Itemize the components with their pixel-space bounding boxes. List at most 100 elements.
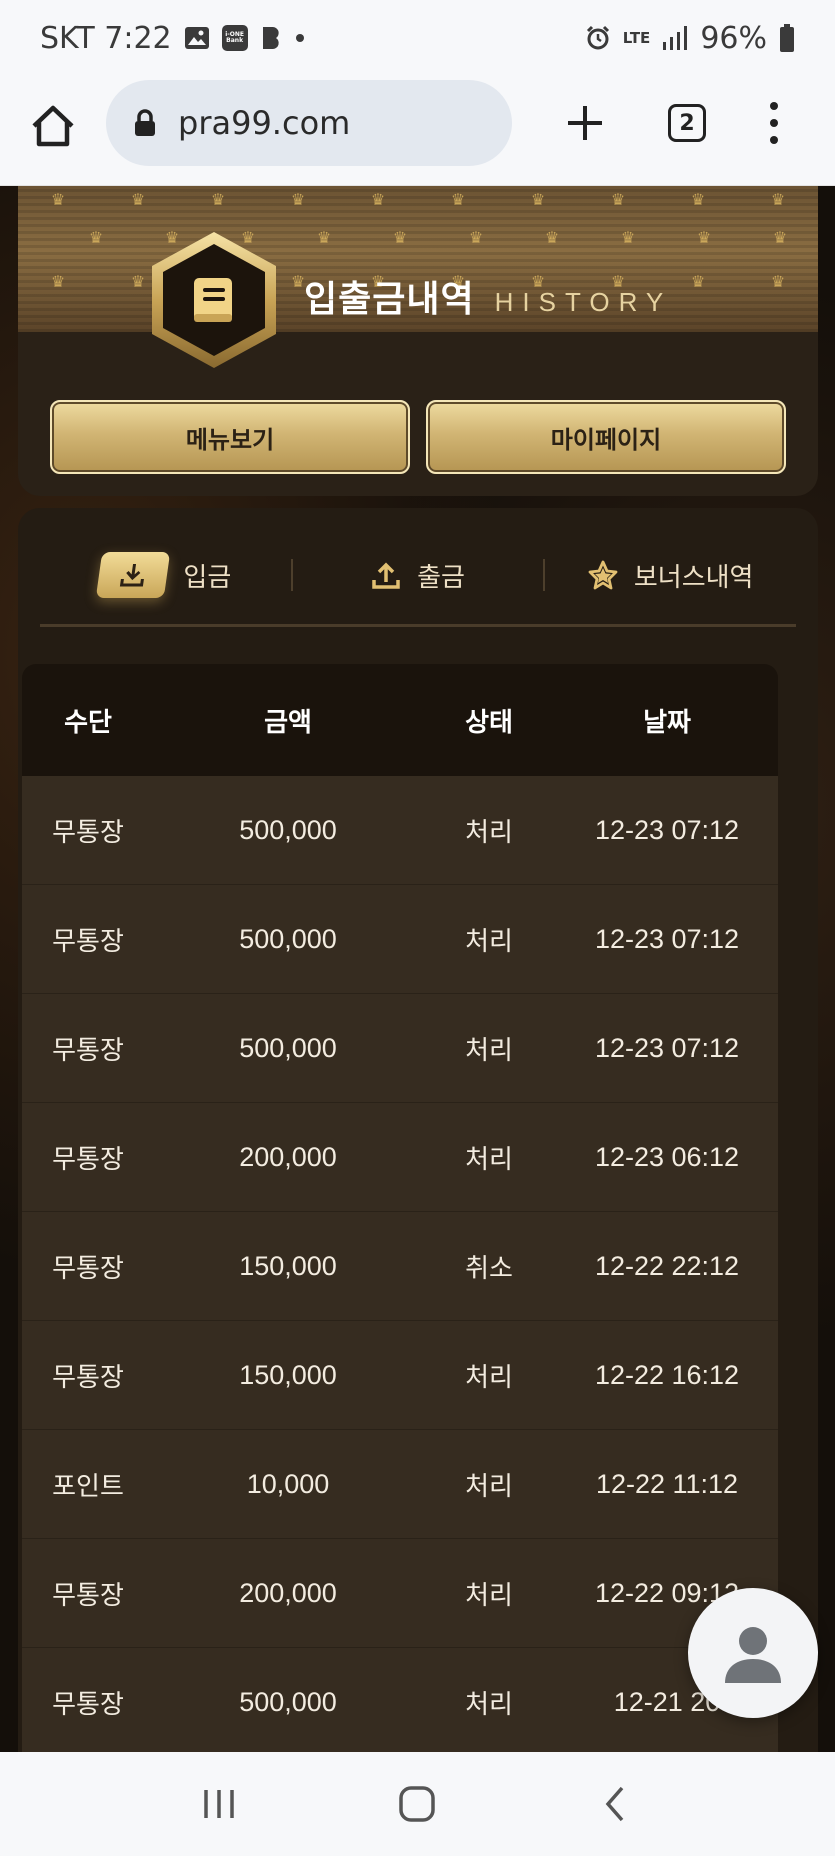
- more-dot-icon: [770, 136, 778, 144]
- tab-bonus-label: 보너스내역: [633, 562, 754, 593]
- cell-status: 처리: [465, 1035, 513, 1066]
- status-left: SKT 7:22 i-ONE Bank: [40, 21, 304, 56]
- column-header-method: 수단: [64, 707, 112, 738]
- cell-status: 처리: [465, 926, 513, 957]
- upload-icon: [372, 562, 400, 589]
- page-title: 입출금내역 HISTORY: [304, 270, 672, 322]
- mypage-button[interactable]: 마이페이지: [426, 400, 786, 474]
- network-type: LTE: [622, 29, 651, 47]
- more-dot-icon: [770, 102, 778, 110]
- cell-method: 무통장: [52, 817, 124, 848]
- cell-amount: 200,000: [239, 1141, 337, 1172]
- tab-count: 2: [679, 110, 695, 136]
- tab-withdraw-label: 출금: [417, 562, 465, 593]
- download-icon: [120, 564, 145, 587]
- recent-apps-button[interactable]: [189, 1774, 249, 1834]
- cell-method: 무통장: [52, 1035, 124, 1066]
- cell-date: 12-23 06:12: [594, 1141, 740, 1172]
- history-header-card: ♛♛♛♛♛♛♛♛♛♛ ♛♛♛♛♛♛♛♛♛♛ ♛♛♛♛♛♛♛♛♛♛: [18, 186, 818, 496]
- table-row: 무통장 500,000 처리 12-23 07:12: [22, 776, 778, 885]
- history-table: 수단 금액 상태 날짜 무통장 500,000 처리 12-23 07:12 무…: [22, 664, 778, 1752]
- home-button[interactable]: [28, 101, 78, 151]
- page-content: ♛♛♛♛♛♛♛♛♛♛ ♛♛♛♛♛♛♛♛♛♛ ♛♛♛♛♛♛♛♛♛♛: [0, 186, 835, 1752]
- column-header-amount: 금액: [264, 707, 312, 738]
- cell-amount: 10,000: [246, 1468, 330, 1499]
- battery-icon: [780, 24, 794, 52]
- bank-app-icon: i-ONE Bank: [221, 25, 248, 51]
- notification-dot-icon: [295, 34, 304, 42]
- cell-status: 취소: [465, 1253, 513, 1284]
- crown-pattern: ♛♛♛♛♛♛♛♛♛♛: [50, 190, 786, 209]
- tab-deposit[interactable]: 입금: [40, 552, 291, 598]
- cell-status: 처리: [465, 1580, 513, 1611]
- star-icon: [588, 560, 618, 590]
- table-row: 무통장 150,000 취소 12-22 22:12: [22, 1212, 778, 1321]
- cell-date: 12-22 22:12: [594, 1250, 740, 1281]
- tab-switcher-button[interactable]: 2: [668, 104, 706, 142]
- cell-amount: 200,000: [239, 1577, 337, 1608]
- cell-amount: 500,000: [239, 1686, 337, 1717]
- table-row: 무통장 150,000 처리 12-22 16:12: [22, 1321, 778, 1430]
- crown-pattern: ♛♛♛♛♛♛♛♛♛♛: [88, 228, 788, 247]
- back-icon: [605, 1786, 624, 1822]
- table-row: 무통장 200,000 처리 12-22 09:12: [22, 1539, 778, 1648]
- cell-method: 무통장: [52, 1253, 124, 1284]
- system-nav-bar: [0, 1752, 835, 1856]
- plus-icon: [568, 106, 602, 140]
- cell-status: 처리: [465, 1689, 513, 1720]
- history-tabs: 입금 출금 보너스내역: [40, 536, 796, 614]
- cell-method: 무통장: [52, 1689, 124, 1720]
- browser-toolbar: pra99.com 2: [0, 76, 835, 186]
- cell-status: 처리: [465, 817, 513, 848]
- home-nav-button[interactable]: [387, 1774, 447, 1834]
- cell-status: 처리: [465, 1362, 513, 1393]
- table-header: 수단 금액 상태 날짜: [22, 664, 778, 776]
- home-circle-icon: [399, 1786, 436, 1822]
- back-button[interactable]: [586, 1774, 646, 1834]
- table-row: 무통장 500,000 처리 12-21 20: [22, 1648, 778, 1752]
- cell-status: 처리: [465, 1471, 513, 1502]
- b-app-icon: [262, 27, 279, 49]
- tab-withdraw[interactable]: 출금: [293, 557, 544, 594]
- title-korean: 입출금내역: [304, 279, 475, 320]
- gallery-icon: [184, 27, 209, 49]
- cell-method: 무통장: [52, 926, 124, 957]
- tab-bonus[interactable]: 보너스내역: [545, 557, 796, 594]
- cell-amount: 150,000: [239, 1250, 337, 1281]
- cell-method: 포인트: [52, 1471, 124, 1502]
- deposit-icon-box: [96, 552, 171, 598]
- cell-amount: 150,000: [239, 1359, 337, 1390]
- book-badge-icon: [152, 232, 276, 368]
- table-row: 포인트 10,000 처리 12-22 11:12: [22, 1430, 778, 1539]
- cell-date: 12-23 07:12: [594, 923, 740, 954]
- url-text: pra99.com: [178, 104, 351, 142]
- table-row: 무통장 500,000 처리 12-23 07:12: [22, 885, 778, 994]
- table-row: 무통장 500,000 처리 12-23 07:12: [22, 994, 778, 1103]
- tab-underline: [40, 624, 796, 627]
- chat-support-button[interactable]: [688, 1588, 818, 1718]
- person-icon: [725, 1627, 781, 1683]
- column-header-status: 상태: [465, 707, 513, 738]
- table-row: 무통장 200,000 처리 12-23 06:12: [22, 1103, 778, 1212]
- cell-method: 무통장: [52, 1580, 124, 1611]
- status-right: LTE 96%: [585, 21, 795, 56]
- header-buttons: 메뉴보기 마이페이지: [50, 400, 786, 474]
- title-english: HISTORY: [494, 287, 673, 317]
- cell-method: 무통장: [52, 1362, 124, 1393]
- home-icon: [32, 105, 74, 147]
- new-tab-button[interactable]: [560, 98, 610, 148]
- cell-status: 처리: [465, 1144, 513, 1175]
- cell-amount: 500,000: [239, 1032, 337, 1063]
- cell-date: 12-22 16:12: [594, 1359, 740, 1390]
- column-header-date: 날짜: [643, 707, 691, 738]
- more-menu-button[interactable]: [762, 98, 786, 148]
- recent-apps-icon: [204, 1790, 234, 1818]
- signal-icon: [663, 26, 688, 50]
- cell-date: 12-23 07:12: [594, 814, 740, 845]
- cell-date: 12-23 07:12: [594, 1032, 740, 1063]
- battery-percent: 96%: [700, 20, 767, 56]
- menu-button[interactable]: 메뉴보기: [50, 400, 410, 474]
- address-bar[interactable]: pra99.com: [106, 80, 512, 166]
- alarm-icon: [586, 25, 609, 50]
- more-dot-icon: [770, 119, 778, 127]
